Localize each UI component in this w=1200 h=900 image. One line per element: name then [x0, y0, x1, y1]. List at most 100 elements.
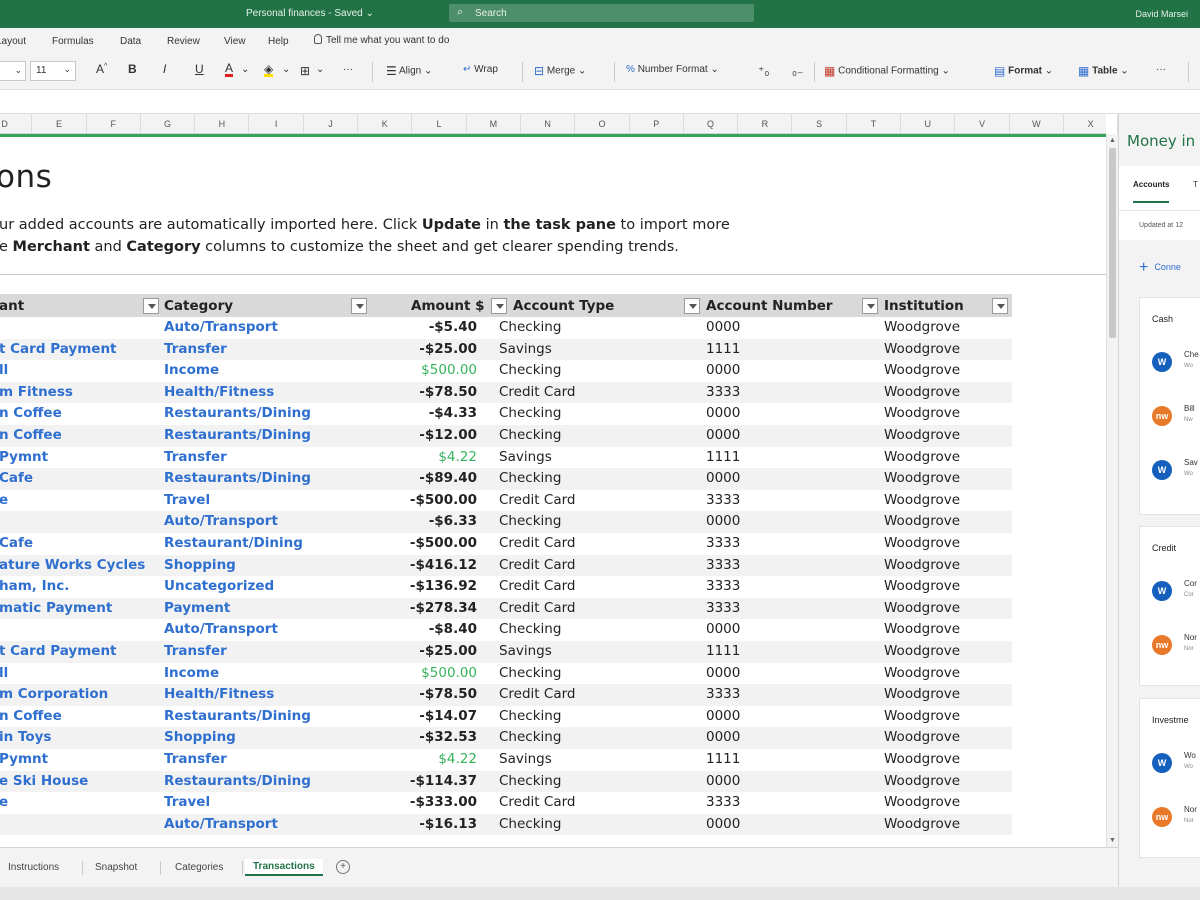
account-type-cell[interactable]: Credit Card — [499, 578, 575, 594]
account-type-cell[interactable]: Credit Card — [499, 384, 575, 400]
fill-color-icon[interactable]: ◈ — [264, 63, 274, 77]
font-color-button[interactable]: A — [225, 62, 234, 77]
merchant-cell[interactable]: n Coffee — [0, 708, 62, 724]
italic-button[interactable]: I — [163, 62, 166, 76]
account-number-cell[interactable]: 0000 — [706, 470, 740, 486]
category-cell[interactable]: Restaurants/Dining — [164, 405, 311, 421]
category-cell[interactable]: Auto/Transport — [164, 319, 278, 335]
account-type-cell[interactable]: Credit Card — [499, 686, 575, 702]
account-number-cell[interactable]: 0000 — [706, 362, 740, 378]
sheet-tab-transactions[interactable]: Transactions — [245, 859, 323, 876]
borders-icon[interactable]: ⊞ — [300, 64, 310, 78]
align-button[interactable]: ☰ Align ⌄ — [386, 64, 432, 78]
chevron-down-icon[interactable]: ⌄ — [241, 64, 249, 75]
institution-cell[interactable]: Woodgrove — [884, 384, 960, 400]
account-number-cell[interactable]: 3333 — [706, 600, 740, 616]
table-row[interactable]: Cafe Restaurant/Dining -$500.00 Credit Card… — [0, 533, 1012, 555]
amount-cell[interactable]: -$4.33 — [429, 405, 477, 421]
menu-review[interactable]: Review — [167, 36, 200, 47]
column-header-e[interactable]: E — [32, 114, 87, 134]
conditional-formatting-button[interactable]: ▦ Conditional Formatting ⌄ — [824, 64, 950, 78]
institution-cell[interactable]: Woodgrove — [884, 557, 960, 573]
account-type-cell[interactable]: Checking — [499, 470, 561, 486]
wrap-button[interactable]: ↵ Wrap — [463, 64, 498, 75]
account-type-cell[interactable]: Checking — [499, 665, 561, 681]
filter-category-button[interactable] — [351, 298, 367, 314]
table-row[interactable]: Pymnt Transfer $4.22 Savings 1111 Woodgrove — [0, 749, 1012, 771]
column-header-o[interactable]: O — [575, 114, 630, 134]
column-header-n[interactable]: N — [521, 114, 576, 134]
account-number-cell[interactable]: 3333 — [706, 492, 740, 508]
column-header-h[interactable]: H — [195, 114, 250, 134]
menu-formulas[interactable]: Formulas — [52, 36, 94, 47]
amount-cell[interactable]: -$78.50 — [419, 686, 477, 702]
tell-me-box[interactable]: Tell me what you want to do — [314, 34, 449, 46]
institution-cell[interactable]: Woodgrove — [884, 794, 960, 810]
filter-institution-button[interactable] — [992, 298, 1008, 314]
category-cell[interactable]: Restaurant/Dining — [164, 535, 303, 551]
merchant-cell[interactable]: ham, Inc. — [0, 578, 69, 594]
sheet-tab-categories[interactable]: Categories — [175, 862, 223, 873]
account-number-cell[interactable]: 1111 — [706, 643, 740, 659]
account-type-cell[interactable]: Checking — [499, 621, 561, 637]
institution-cell[interactable]: Woodgrove — [884, 729, 960, 745]
institution-cell[interactable]: Woodgrove — [884, 751, 960, 767]
category-cell[interactable]: Payment — [164, 600, 230, 616]
table-button[interactable]: ▦ Table ⌄ — [1078, 64, 1129, 78]
column-header-x[interactable]: X — [1064, 114, 1119, 134]
merchant-cell[interactable]: matic Payment — [0, 600, 112, 616]
category-cell[interactable]: Uncategorized — [164, 578, 274, 594]
table-row[interactable]: n Coffee Restaurants/Dining -$12.00 Checkin… — [0, 425, 1012, 447]
merchant-cell[interactable]: in Toys — [0, 729, 51, 745]
merchant-cell[interactable]: e — [0, 794, 8, 810]
vertical-scrollbar[interactable]: ▲ ▼ — [1106, 134, 1118, 847]
filter-account-type-button[interactable] — [684, 298, 700, 314]
merchant-cell[interactable]: Cafe — [0, 535, 33, 551]
category-cell[interactable]: Shopping — [164, 557, 236, 573]
merchant-cell[interactable]: Pymnt — [0, 751, 48, 767]
account-item[interactable]: nw Nor Nor — [1152, 631, 1200, 661]
underline-button[interactable]: U — [195, 62, 204, 76]
table-row[interactable]: ll Income $500.00 Checking 0000 Woodgrove — [0, 663, 1012, 685]
table-row[interactable]: Auto/Transport -$5.40 Checking 0000 Woodgrov… — [0, 317, 1012, 339]
merchant-cell[interactable]: n Coffee — [0, 427, 62, 443]
menu-data[interactable]: Data — [120, 36, 141, 47]
column-header-d[interactable]: D — [0, 114, 33, 134]
amount-cell[interactable]: -$14.07 — [419, 708, 477, 724]
font-size-dropdown[interactable]: 11 ⌄ — [30, 61, 76, 81]
account-number-cell[interactable]: 3333 — [706, 384, 740, 400]
table-row[interactable]: matic Payment Payment -$278.34 Credit Card 3… — [0, 597, 1012, 620]
filter-amount-button[interactable] — [491, 298, 507, 314]
amount-cell[interactable]: $500.00 — [421, 362, 477, 378]
account-type-cell[interactable]: Credit Card — [499, 535, 575, 551]
institution-cell[interactable]: Woodgrove — [884, 621, 960, 637]
amount-cell[interactable]: -$114.37 — [410, 773, 477, 789]
add-sheet-button[interactable]: + — [336, 860, 350, 874]
account-number-cell[interactable]: 0000 — [706, 405, 740, 421]
amount-cell[interactable]: $500.00 — [421, 665, 477, 681]
account-type-cell[interactable]: Credit Card — [499, 557, 575, 573]
category-cell[interactable]: Restaurants/Dining — [164, 427, 311, 443]
table-row[interactable]: n Coffee Restaurants/Dining -$4.33 Checking… — [0, 403, 1012, 425]
institution-cell[interactable]: Woodgrove — [884, 405, 960, 421]
account-type-cell[interactable]: Checking — [499, 513, 561, 529]
amount-cell[interactable]: $4.22 — [438, 449, 477, 465]
amount-cell[interactable]: -$5.40 — [429, 319, 477, 335]
column-header-v[interactable]: V — [955, 114, 1010, 134]
search-box[interactable]: ⌕ Search — [449, 4, 754, 22]
category-cell[interactable]: Auto/Transport — [164, 621, 278, 637]
merge-button[interactable]: ⊟ Merge ⌄ — [534, 64, 586, 78]
bold-button[interactable]: B — [128, 62, 137, 76]
amount-cell[interactable]: -$32.53 — [419, 729, 477, 745]
account-type-cell[interactable]: Credit Card — [499, 794, 575, 810]
account-type-cell[interactable]: Savings — [499, 341, 552, 357]
account-number-cell[interactable]: 1111 — [706, 449, 740, 465]
institution-cell[interactable]: Woodgrove — [884, 578, 960, 594]
account-type-cell[interactable]: Savings — [499, 449, 552, 465]
amount-cell[interactable]: -$136.92 — [410, 578, 477, 594]
column-header-g[interactable]: G — [141, 114, 196, 134]
menu-layout[interactable]: Layout — [0, 36, 26, 47]
amount-cell[interactable]: -$8.40 — [429, 621, 477, 637]
account-number-cell[interactable]: 3333 — [706, 794, 740, 810]
menu-view[interactable]: View — [224, 36, 246, 47]
